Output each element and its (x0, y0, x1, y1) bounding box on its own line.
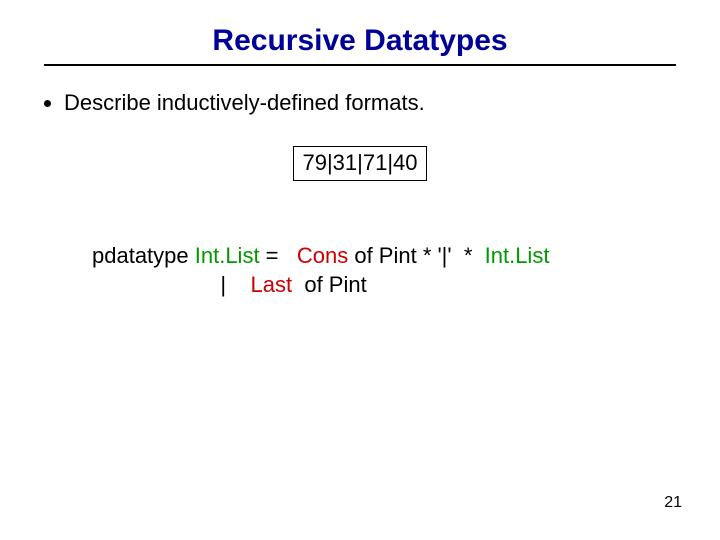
cons-body: of Pint * '|' * (348, 243, 484, 268)
slide: Recursive Datatypes Describe inductively… (0, 0, 720, 540)
datatype-definition: pdatatype Int.List = Cons of Pint * '|' … (92, 241, 680, 300)
bullet-list: Describe inductively-defined formats. (40, 90, 680, 116)
constructor-cons: Cons (297, 243, 348, 268)
bullet-item: Describe inductively-defined formats. (64, 90, 680, 116)
title-underline (44, 64, 676, 66)
slide-title: Recursive Datatypes (40, 24, 680, 58)
code-line-1: pdatatype Int.List = Cons of Pint * '|' … (92, 241, 680, 271)
example-row: 79|31|71|40 (40, 146, 680, 181)
type-intlist: Int.List (195, 243, 260, 268)
type-intlist-ref: Int.List (485, 243, 550, 268)
keyword-pdatatype: pdatatype (92, 243, 195, 268)
example-box: 79|31|71|40 (293, 146, 426, 181)
constructor-last: Last (251, 272, 299, 297)
pipe-indent: | (92, 272, 251, 297)
equals: = (260, 243, 297, 268)
last-body: of Pint (298, 272, 366, 297)
code-line-2: | Last of Pint (92, 270, 680, 300)
page-number: 21 (664, 494, 682, 512)
